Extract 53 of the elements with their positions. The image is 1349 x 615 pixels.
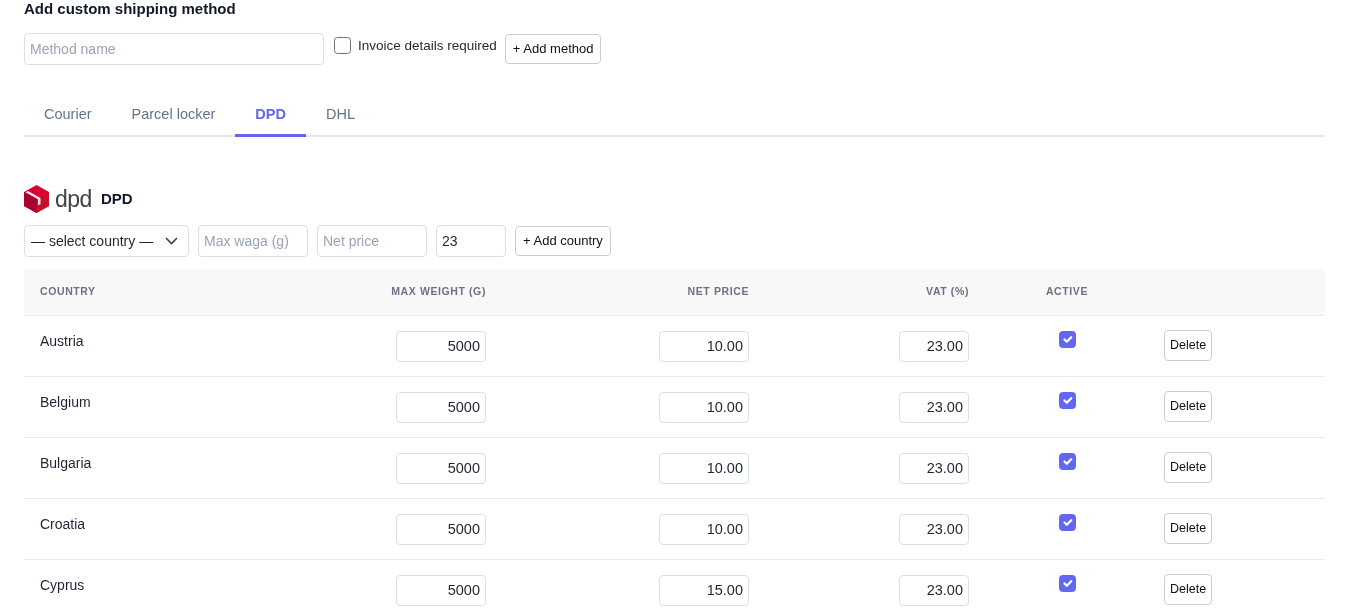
country-name: Bulgaria (40, 453, 92, 473)
active-checkbox[interactable] (1058, 391, 1076, 409)
tab[interactable]: DHL (306, 93, 375, 137)
carrier-name: DPD (100, 188, 133, 209)
net-price-field[interactable]: 10.00 (659, 513, 749, 545)
delete-button[interactable]: Delete (1164, 390, 1213, 422)
active-checkbox[interactable] (1058, 452, 1076, 470)
method-name-field[interactable]: Method name (24, 33, 324, 65)
delete-button[interactable]: Delete (1164, 573, 1213, 605)
add-country-button[interactable]: + Add country (515, 226, 611, 256)
country-name: Austria (40, 331, 84, 351)
tab[interactable]: DPD (235, 93, 306, 137)
column-header: NET PRICE (687, 284, 749, 297)
invoice-checkbox[interactable] (334, 37, 351, 54)
column-header: COUNTRY (40, 284, 96, 297)
delete-button[interactable]: Delete (1164, 451, 1213, 483)
active-checkbox[interactable] (1058, 513, 1076, 531)
max-weight-field[interactable]: Max waga (g) (198, 225, 308, 257)
vat-field[interactable]: 23.00 (899, 330, 969, 362)
delete-button[interactable]: Delete (1164, 512, 1213, 544)
cube-icon (24, 185, 49, 213)
max-weight-field[interactable]: 5000 (396, 330, 486, 362)
vat-field[interactable]: 23.00 (899, 391, 969, 423)
net-price-field[interactable]: Net price (317, 225, 427, 257)
max-weight-field[interactable]: 5000 (396, 513, 486, 545)
net-price-field[interactable]: 10.00 (659, 330, 749, 362)
active-checkbox[interactable] (1058, 330, 1076, 348)
country-name: Cyprus (40, 575, 85, 595)
net-price-field[interactable]: 10.00 (659, 391, 749, 423)
vat-field[interactable]: 23.00 (899, 452, 969, 484)
checkbox-label: Invoice details required (358, 37, 497, 55)
vat-field[interactable]: 23.00 (899, 513, 969, 545)
max-weight-field[interactable]: 5000 (396, 452, 486, 484)
vat-field[interactable]: 23 (436, 225, 506, 257)
country-name: Belgium (40, 392, 91, 412)
add-method-button[interactable]: + Add method (504, 34, 602, 64)
column-header: MAX WEIGHT (G) (391, 284, 486, 297)
country-select[interactable]: — select country — (24, 225, 189, 257)
delete-button[interactable]: Delete (1164, 329, 1213, 361)
column-header: ACTIVE (1045, 284, 1089, 297)
max-weight-field[interactable]: 5000 (396, 391, 486, 423)
net-price-field[interactable]: 10.00 (659, 452, 749, 484)
section-title: Add custom shipping method (24, 0, 237, 18)
column-header: VAT (%) (926, 284, 969, 297)
max-weight-field[interactable]: 5000 (396, 574, 486, 606)
logo-wordmark: dpd (55, 185, 92, 213)
chevron-down-icon (165, 237, 178, 245)
tab[interactable]: Parcel locker (111, 93, 236, 137)
country-name: Croatia (40, 514, 86, 534)
tab[interactable]: Courier (24, 93, 112, 137)
net-price-field[interactable]: 15.00 (659, 574, 749, 606)
vat-field[interactable]: 23.00 (899, 574, 969, 606)
active-checkbox[interactable] (1058, 574, 1076, 592)
